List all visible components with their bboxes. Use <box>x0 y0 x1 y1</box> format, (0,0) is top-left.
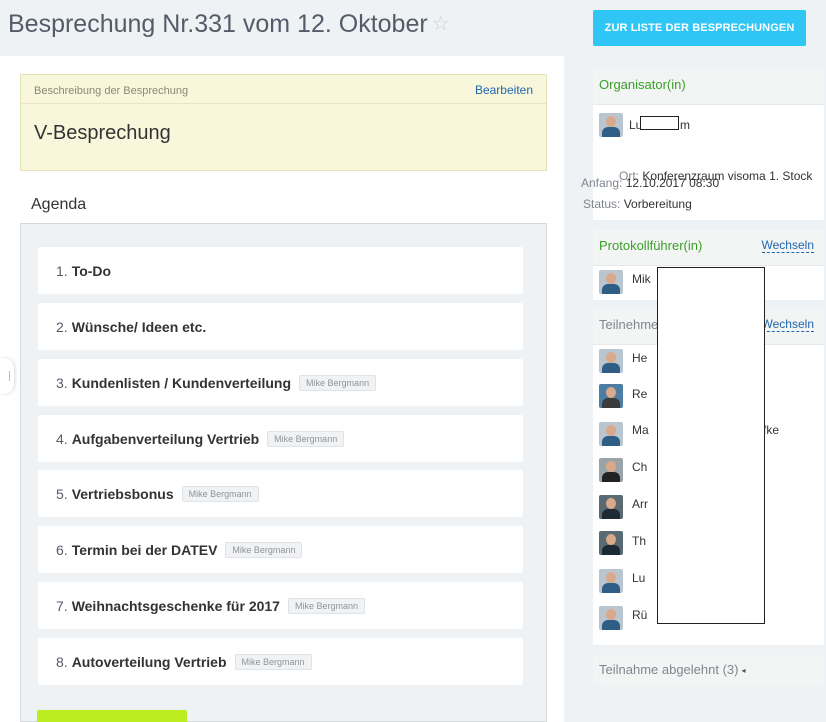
participant-name[interactable]: Re <box>632 387 647 401</box>
agenda-heading: Agenda <box>31 196 87 213</box>
organizer-heading: Organisator(in) <box>599 77 686 92</box>
status-label: Status: <box>583 197 621 211</box>
agenda-item[interactable]: 2. Wünsche/ Ideen etc. <box>38 303 523 350</box>
participant-avatar[interactable] <box>599 531 623 555</box>
page-title-text: Besprechung Nr.331 vom 12. Oktober <box>8 10 428 38</box>
agenda-item-title: Aufgabenverteilung Vertrieb <box>71 430 260 447</box>
responsible-badge[interactable]: Mike Bergmann <box>234 653 312 670</box>
description-header: Beschreibung der Besprechung Bearbeiten <box>21 75 546 104</box>
status-row: Status: Vorbereitung <box>583 197 692 211</box>
participant-avatar[interactable] <box>599 384 623 408</box>
declined-label: Teilnahme abgelehnt (3) <box>599 662 739 677</box>
redaction-box <box>640 116 679 130</box>
participant-avatar[interactable] <box>599 606 623 630</box>
change-keeper-link[interactable]: Wechseln <box>761 238 814 253</box>
favorite-star-icon[interactable]: ☆ <box>432 13 450 35</box>
agenda-item-title: Weihnachtsgeschenke für 2017 <box>71 597 280 614</box>
agenda-item-title: Wünsche/ Ideen etc. <box>71 318 207 335</box>
participant-avatar[interactable] <box>599 458 623 482</box>
agenda-item[interactable]: 7. Weihnachtsgeschenke für 2017 Mike Bergm… <box>38 582 523 629</box>
start-row: Anfang: 12.10.2017 08:30 <box>581 176 719 190</box>
responsible-badge[interactable]: Mike Bergmann <box>287 597 365 614</box>
agenda-item-number: 8. <box>56 653 68 670</box>
description-box: Beschreibung der Besprechung Bearbeiten … <box>20 74 547 171</box>
add-agenda-item-button[interactable] <box>37 710 187 722</box>
redaction-box <box>657 267 765 624</box>
page-title: Besprechung Nr.331 vom 12. Oktober ☆ <box>8 10 450 39</box>
agenda-item-number: 1. <box>56 262 68 279</box>
participant-avatar[interactable] <box>599 349 623 373</box>
protocol-keeper-heading: Protokollführer(in) <box>599 238 703 253</box>
side-panel-handle[interactable] <box>0 358 14 394</box>
protocol-keeper-header: Protokollführer(in) Wechseln <box>593 230 824 266</box>
organizer-header: Organisator(in) <box>593 69 824 105</box>
organizer-avatar[interactable] <box>599 113 623 137</box>
agenda-item[interactable]: 5. Vertriebsbonus Mike Bergmann <box>38 470 523 517</box>
declined-toggle[interactable]: Teilnahme abgelehnt (3) ◂ <box>593 655 824 685</box>
change-participants-link[interactable]: Wechseln <box>761 317 814 332</box>
keeper-avatar[interactable] <box>599 270 623 294</box>
participant-name[interactable]: Ch <box>632 460 647 474</box>
start-value: 12.10.2017 08:30 <box>625 176 720 190</box>
agenda-item-number: 2. <box>56 318 68 335</box>
agenda-item-number: 5. <box>56 485 68 502</box>
description-title: V-Besprechung <box>34 122 171 144</box>
participant-name[interactable]: Ma <box>632 423 649 437</box>
agenda-item-title: Kundenlisten / Kundenverteilung <box>71 374 292 391</box>
responsible-badge[interactable]: Mike Bergmann <box>181 485 259 502</box>
participant-avatar[interactable] <box>599 569 623 593</box>
responsible-badge[interactable]: Mike Bergmann <box>267 430 345 447</box>
agenda-item[interactable]: 4. Aufgabenverteilung Vertrieb Mike Bergma… <box>38 415 523 462</box>
participant-avatar[interactable] <box>599 422 623 446</box>
start-label: Anfang: <box>581 176 623 190</box>
responsible-badge[interactable]: Mike Bergmann <box>225 541 303 558</box>
participant-name[interactable]: He <box>632 351 647 365</box>
agenda-item[interactable]: 6. Termin bei der DATEV Mike Bergmann <box>38 526 523 573</box>
participant-name[interactable]: Rü <box>632 608 647 622</box>
agenda-item-title: To-Do <box>71 262 112 279</box>
status-value: Vorbereitung <box>623 197 692 211</box>
agenda-item-number: 3. <box>56 374 68 391</box>
meeting-list-button[interactable]: ZUR LISTE DER BESPRECHUNGEN <box>593 10 806 46</box>
participants-heading: Teilnehme <box>599 317 659 332</box>
agenda-item-number: 6. <box>56 541 68 558</box>
agenda-item-number: 7. <box>56 597 68 614</box>
participant-name[interactable]: Arr <box>632 497 648 511</box>
keeper-name[interactable]: Mik <box>632 272 651 286</box>
agenda-item-title: Vertriebsbonus <box>71 485 174 502</box>
participant-name[interactable]: Th <box>632 534 646 548</box>
agenda-item-number: 4. <box>56 430 68 447</box>
organizer-name-end: m <box>680 118 690 132</box>
participant-avatar[interactable] <box>599 495 623 519</box>
responsible-badge[interactable]: Mike Bergmann <box>299 374 377 391</box>
description-label: Beschreibung der Besprechung <box>34 85 189 97</box>
agenda-item[interactable]: 8. Autoverteilung Vertrieb Mike Bergmann <box>38 638 523 685</box>
participant-name[interactable]: Lu <box>632 571 645 585</box>
agenda-item[interactable]: 1. To-Do <box>38 247 523 294</box>
participant-name-suffix: fke <box>763 423 780 437</box>
edit-description-link[interactable]: Bearbeiten <box>475 83 533 97</box>
agenda-list: 1. To-Do 2. Wünsche/ Ideen etc. 3. Kundenli… <box>20 223 547 722</box>
agenda-item-title: Termin bei der DATEV <box>71 541 218 558</box>
agenda-item-title: Autoverteilung Vertrieb <box>71 653 227 670</box>
agenda-item[interactable]: 3. Kundenlisten / Kundenverteilung Mike Be… <box>38 359 523 406</box>
chevron-left-icon: ◂ <box>741 666 746 675</box>
